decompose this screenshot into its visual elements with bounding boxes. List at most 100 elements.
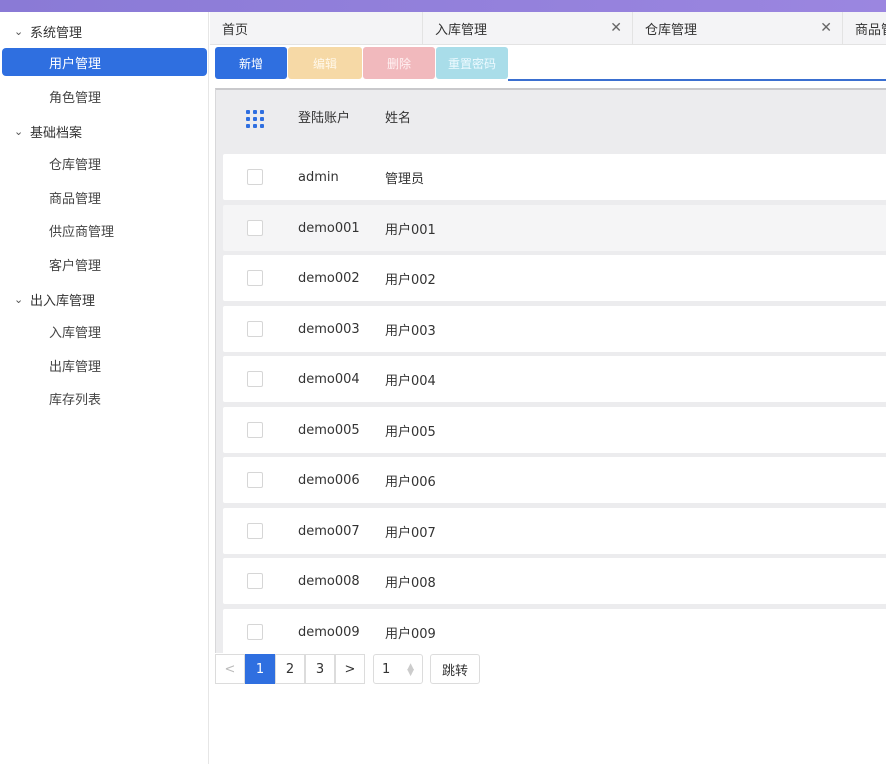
nav-group-inout[interactable]: ⌄ 出入库管理 [14,288,95,310]
table-row[interactable]: demo005 用户005 [223,407,886,453]
cell-account: demo005 [298,422,360,438]
table-row[interactable]: demo008 用户008 [223,558,886,604]
page-jump-input[interactable]: 1 ▲ ▼ [373,654,423,684]
page-button-2[interactable]: 2 [275,654,305,684]
tab-label: 入库管理 [435,23,488,38]
cell-name: 用户009 [385,626,436,642]
sidebar-item-label: 库存列表 [49,392,102,408]
cell-account: demo003 [298,321,360,337]
row-checkbox[interactable] [247,169,263,185]
sidebar-item-supplier-management[interactable]: 供应商管理 [2,216,207,244]
main-content: 首页 入库管理 ✕ 仓库管理 ✕ 商品管 新增 编辑 删除 重置密码 登陆账户 … [210,12,886,764]
row-checkbox[interactable] [247,270,263,286]
chevron-down-icon: ⌄ [14,24,24,38]
nav-group-label: 系统管理 [30,25,83,41]
tab-label: 商品管 [855,23,886,38]
row-checkbox[interactable] [247,573,263,589]
column-header-name[interactable]: 姓名 [385,90,411,142]
row-checkbox[interactable] [247,523,263,539]
table-row[interactable]: demo007 用户007 [223,508,886,554]
table-row[interactable]: demo002 用户002 [223,255,886,301]
cell-name: 用户005 [385,424,436,440]
table-row[interactable]: admin 管理员 [223,154,886,200]
top-accent-bar [0,0,886,12]
page-button-1[interactable]: 1 [245,654,275,684]
next-page-button[interactable]: > [335,654,365,684]
page-jump-value: 1 [382,661,391,677]
sidebar-item-role-management[interactable]: 角色管理 [2,82,207,110]
sidebar-item-label: 商品管理 [49,191,102,207]
prev-page-button[interactable]: < [215,654,245,684]
row-checkbox[interactable] [247,371,263,387]
cell-name: 用户001 [385,222,436,238]
nav-group-system[interactable]: ⌄ 系统管理 [14,20,82,42]
nav-group-label: 出入库管理 [30,293,96,309]
row-checkbox[interactable] [247,624,263,640]
sidebar-item-label: 仓库管理 [49,157,102,173]
tab-bar: 首页 入库管理 ✕ 仓库管理 ✕ 商品管 [210,12,886,45]
cell-account: demo002 [298,270,360,286]
cell-account: demo007 [298,523,360,539]
stepper-icon[interactable]: ▲ ▼ [407,663,414,678]
row-checkbox[interactable] [247,321,263,337]
tab-home[interactable]: 首页 [210,12,423,44]
cell-account: demo004 [298,371,360,387]
tab-label: 仓库管理 [645,23,698,38]
tab-product-management[interactable]: 商品管 [843,12,886,44]
cell-account: demo008 [298,573,360,589]
sidebar-item-label: 供应商管理 [49,224,115,240]
nav-group-basic-records[interactable]: ⌄ 基础档案 [14,120,82,142]
add-button[interactable]: 新增 [215,47,287,79]
page-button-3[interactable]: 3 [305,654,335,684]
cell-name: 用户006 [385,474,436,490]
sidebar-item-warehouse-management[interactable]: 仓库管理 [2,149,207,177]
sidebar-item-customer-management[interactable]: 客户管理 [2,250,207,278]
cell-name: 用户004 [385,373,436,389]
sidebar-item-label: 出库管理 [49,359,102,375]
cell-name: 用户008 [385,575,436,591]
nav-group-label: 基础档案 [30,125,83,141]
cell-account: demo009 [298,624,360,640]
sidebar-item-product-management[interactable]: 商品管理 [2,183,207,211]
delete-button[interactable]: 删除 [363,47,435,79]
cell-name: 管理员 [385,171,425,187]
tab-warehouse-management[interactable]: 仓库管理 ✕ [633,12,843,44]
row-checkbox[interactable] [247,472,263,488]
table-row[interactable]: demo009 用户009 [223,609,886,655]
chevron-down-icon: ⌄ [14,292,24,306]
tab-inbound-management[interactable]: 入库管理 ✕ [423,12,633,44]
sidebar-item-label: 用户管理 [49,56,102,72]
table-row[interactable]: demo003 用户003 [223,306,886,352]
toolbar-divider [508,79,886,81]
row-checkbox[interactable] [247,220,263,236]
chevron-down-icon: ⌄ [14,124,24,138]
cell-account: admin [298,169,339,185]
table-row[interactable]: demo006 用户006 [223,457,886,503]
edit-button[interactable]: 编辑 [288,47,362,79]
sidebar-item-label: 客户管理 [49,258,102,274]
user-table: 登陆账户 姓名 admin 管理员 demo001 用户001 demo002 … [215,88,886,655]
cell-name: 用户002 [385,272,436,288]
close-icon[interactable]: ✕ [820,20,832,36]
table-row[interactable]: demo001 用户001 [223,205,886,251]
sidebar-item-inbound-management[interactable]: 入库管理 [2,317,207,345]
row-checkbox[interactable] [247,422,263,438]
sidebar-item-inventory-list[interactable]: 库存列表 [2,384,207,412]
cell-account: demo001 [298,220,360,236]
page-jump-button[interactable]: 跳转 [430,654,480,684]
cell-name: 用户007 [385,525,436,541]
sidebar-item-outbound-management[interactable]: 出库管理 [2,351,207,379]
tab-label: 首页 [222,23,249,38]
sidebar-item-label: 角色管理 [49,90,102,106]
sidebar-item-user-management[interactable]: 用户管理 [2,48,207,76]
close-icon[interactable]: ✕ [610,20,622,36]
table-header: 登陆账户 姓名 [216,90,886,142]
cell-account: demo006 [298,472,360,488]
table-row[interactable]: demo004 用户004 [223,356,886,402]
column-header-account[interactable]: 登陆账户 [298,90,350,142]
grid-dots-icon[interactable] [246,110,264,128]
sidebar-item-label: 入库管理 [49,325,102,341]
reset-password-button[interactable]: 重置密码 [436,47,508,79]
cell-name: 用户003 [385,323,436,339]
sidebar-menu: ⌄ 系统管理 用户管理 角色管理 ⌄ 基础档案 仓库管理 商品管理 供应商管理 … [0,12,209,764]
